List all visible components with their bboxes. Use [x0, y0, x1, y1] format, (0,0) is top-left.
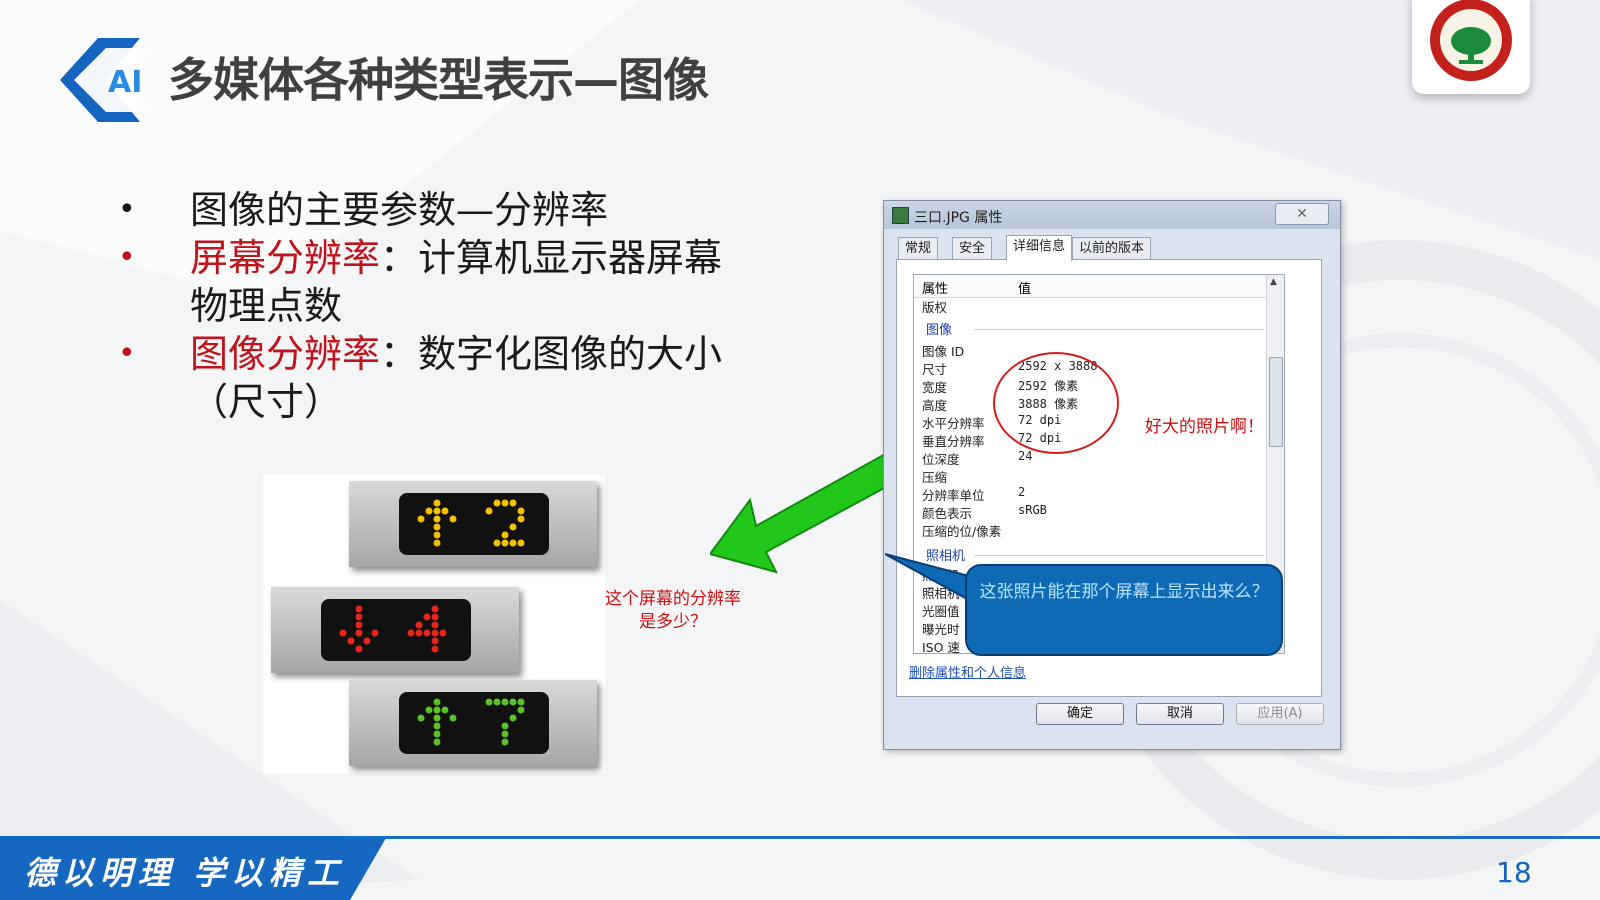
screen-resolution-question: 这个屏幕的分辨率是多少？ [605, 589, 741, 632]
property-name: 位深度 [922, 452, 960, 467]
led-screen [399, 692, 549, 754]
property-name: 垂直分辨率 [922, 434, 985, 449]
ai-logo-icon: AI [60, 38, 148, 122]
school-emblem [1412, 0, 1530, 94]
page-number: 18 [1496, 856, 1532, 889]
scroll-up-arrow-icon[interactable]: ▲ [1270, 277, 1277, 287]
background-decor [0, 0, 1600, 900]
callout-bubble: 这张照片能在那个屏幕上显示出来么？ [965, 564, 1283, 656]
property-name: 照相机 [922, 586, 960, 601]
property-row[interactable]: 颜色表示 sRGB [922, 503, 1272, 521]
tab-details[interactable]: 详细信息 [1006, 235, 1073, 261]
property-name: 宽度 [922, 380, 948, 395]
property-name: 图像 ID [922, 344, 965, 359]
property-name: 水平分辨率 [922, 416, 985, 431]
property-row[interactable]: 图像 ID [922, 341, 1272, 359]
bullet-item: • 屏幕分辨率：计算机显示器屏幕物理点数 [118, 234, 758, 330]
apply-button[interactable]: 应用(A) [1236, 703, 1324, 725]
property-row[interactable]: 位深度 24 [922, 449, 1272, 467]
ok-button[interactable]: 确定 [1036, 703, 1124, 725]
property-name: ISO 速 [922, 640, 960, 654]
property-name: 分辨率单位 [922, 488, 985, 503]
property-name: 颜色表示 [922, 506, 973, 521]
property-row[interactable]: 压缩的位/像素 [922, 521, 1272, 539]
property-value: 2 [1018, 485, 1026, 499]
bullet-term: 图像分辨率 [190, 332, 381, 376]
tab-general[interactable]: 常规 [898, 237, 939, 260]
bullet-dot: • [118, 192, 136, 227]
property-name: 版权 [922, 300, 948, 315]
bullet-term: 屏幕分辨率 [190, 236, 381, 280]
tab-security[interactable]: 安全 [952, 237, 993, 260]
section-divider [974, 329, 1264, 330]
elevator-panel-down-4 [271, 587, 519, 673]
highlight-circle [993, 352, 1119, 454]
section-divider [974, 555, 1264, 556]
property-value: sRGB [1018, 503, 1047, 517]
bullet-item: • 图像分辨率：数字化图像的大小（尺寸） [118, 330, 758, 426]
tab-previous-versions[interactable]: 以前的版本 [1072, 237, 1152, 260]
file-properties-dialog: 三口.JPG 属性 ✕ 常规 安全 详细信息 以前的版本 属性 值 版权 图像 … [883, 200, 1341, 750]
led-screen [399, 493, 549, 555]
property-list-header: 属性 值 [914, 275, 1284, 298]
property-row[interactable]: 压缩 [922, 467, 1272, 485]
school-emblem-icon [1430, 0, 1512, 81]
image-file-icon [892, 207, 909, 224]
bullet-dot: • [118, 240, 136, 275]
big-photo-note: 好大的照片啊！ [1145, 417, 1264, 437]
led-screen [321, 599, 471, 661]
footer-motto: 德以明理 学以精工 [24, 854, 346, 892]
elevator-display-image [263, 475, 605, 773]
elevator-panel-up-7 [349, 680, 597, 766]
property-name: 压缩的位/像素 [922, 524, 1002, 539]
remove-properties-link[interactable]: 删除属性和个人信息 [909, 662, 1026, 681]
section-image-label: 图像 [926, 323, 953, 338]
property-name: 尺寸 [922, 362, 948, 377]
property-row[interactable]: 分辨率单位 2 [922, 485, 1272, 503]
led-down-arrow-4-icon [339, 605, 447, 653]
slide-title: 多媒体各种类型表示—图像 [168, 53, 709, 107]
section-camera-label: 照相机 [926, 549, 966, 564]
led-up-arrow-7-icon [417, 698, 525, 746]
property-name: 曝光时 [922, 622, 960, 637]
scroll-thumb[interactable] [1269, 357, 1283, 447]
cancel-button[interactable]: 取消 [1136, 703, 1224, 725]
property-row[interactable]: 版权 [922, 297, 1272, 315]
property-name: 照相机 [922, 568, 960, 583]
bullet-dot: • [118, 336, 136, 371]
logo-text: AI [108, 65, 142, 100]
property-name: 高度 [922, 398, 948, 413]
dialog-titlebar[interactable]: 三口.JPG 属性 ✕ [884, 201, 1340, 229]
dialog-title: 三口.JPG 属性 [914, 210, 1003, 226]
bullet-list: • 图像的主要参数—分辨率 • 屏幕分辨率：计算机显示器屏幕物理点数 • 图像分… [118, 186, 758, 426]
property-name: 光圈值 [922, 604, 960, 619]
bullet-item: • 图像的主要参数—分辨率 [118, 186, 758, 234]
bullet-text: 图像的主要参数—分辨率 [190, 188, 609, 232]
close-button[interactable]: ✕ [1275, 203, 1329, 225]
led-up-arrow-2-icon [417, 499, 525, 547]
green-arrow-icon [710, 448, 910, 574]
column-header-value[interactable]: 值 [1018, 278, 1031, 297]
elevator-panel-up-2 [349, 481, 597, 567]
column-header-property[interactable]: 属性 [922, 278, 948, 297]
property-value: 24 [1018, 449, 1033, 463]
property-name: 压缩 [922, 470, 948, 485]
